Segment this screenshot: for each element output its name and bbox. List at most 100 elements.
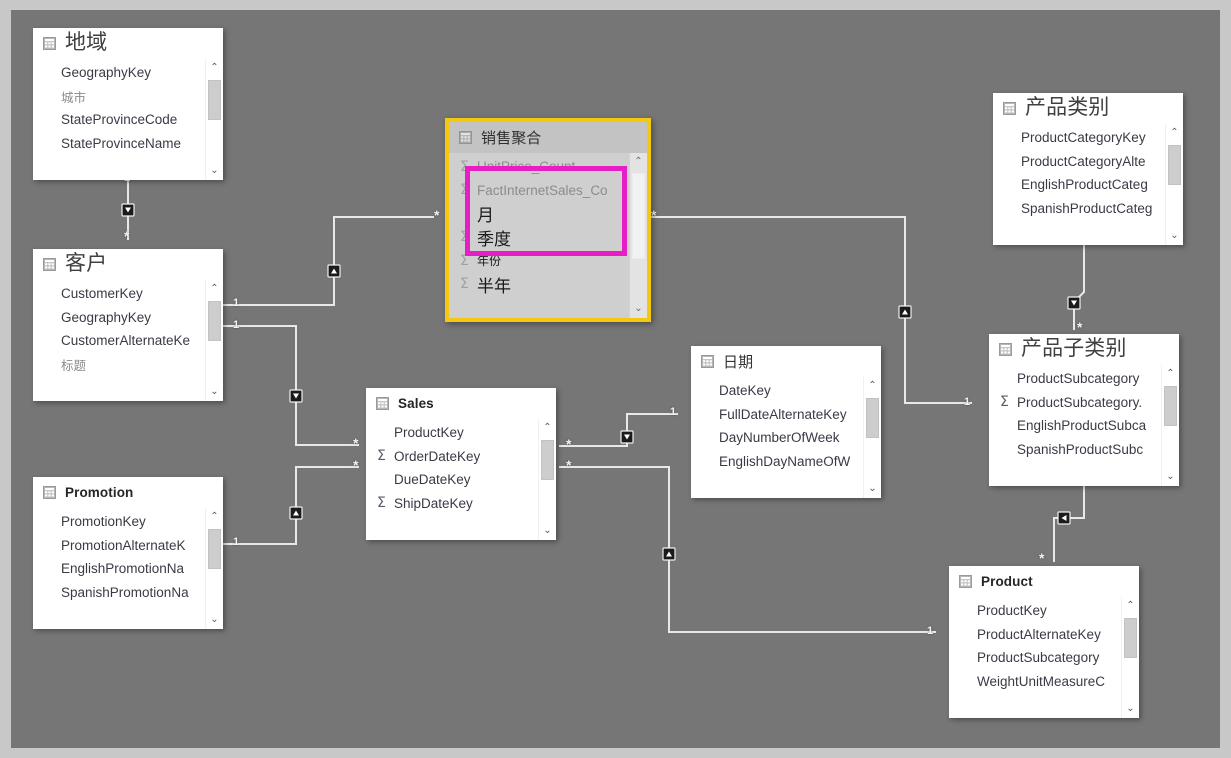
scroll-up-icon[interactable]: ⌃ (206, 510, 223, 524)
field-row[interactable]: PromotionAlternateK (33, 534, 223, 558)
field-scrollbar[interactable]: ⌃ ⌄ (205, 59, 223, 180)
scroll-up-icon[interactable]: ⌃ (539, 421, 556, 435)
field-row[interactable]: DayNumberOfWeek (691, 426, 881, 450)
scrollbar-thumb[interactable] (866, 398, 879, 438)
scroll-down-icon[interactable]: ⌄ (1162, 470, 1179, 484)
field-row[interactable]: 城市 (33, 85, 223, 109)
field-row[interactable]: WeightUnitMeasureC (949, 670, 1139, 694)
scroll-down-icon[interactable]: ⌄ (539, 524, 556, 538)
field-list-product[interactable]: ProductKey ProductAlternateKey ProductSu… (949, 597, 1139, 718)
model-diagram-canvas[interactable]: 1 * 1 * 1 * 1 * * 1 * 1 * 1 1 * 1 * 地域 G… (11, 10, 1220, 748)
table-header-promotion[interactable]: Promotion (33, 477, 223, 508)
field-row[interactable]: ProductSubcategory (949, 646, 1139, 670)
table-header-customer[interactable]: 客户 (33, 249, 223, 280)
table-card-customer[interactable]: 客户 CustomerKey GeographyKey CustomerAlte… (33, 249, 223, 401)
field-row[interactable]: ProductKey (366, 421, 556, 445)
scroll-down-icon[interactable]: ⌄ (206, 613, 223, 627)
table-header-product-subcategory[interactable]: 产品子类别 (989, 334, 1179, 365)
field-row[interactable]: Σ FactInternetSales_Co (449, 179, 647, 203)
field-list-date[interactable]: DateKey FullDateAlternateKey DayNumberOf… (691, 377, 881, 498)
scroll-up-icon[interactable]: ⌃ (206, 282, 223, 296)
field-row[interactable]: StateProvinceName (33, 132, 223, 156)
table-header-sales-aggregation[interactable]: 销售聚合 (449, 122, 647, 153)
field-row[interactable]: DateKey (691, 379, 881, 403)
field-list-geography[interactable]: GeographyKey 城市 StateProvinceCode StateP… (33, 59, 223, 180)
table-card-promotion[interactable]: Promotion PromotionKey PromotionAlternat… (33, 477, 223, 629)
field-row[interactable]: Σ OrderDateKey (366, 445, 556, 469)
scroll-down-icon[interactable]: ⌄ (630, 302, 647, 316)
field-scrollbar[interactable]: ⌃ ⌄ (629, 153, 647, 318)
table-header-product-category[interactable]: 产品类别 (993, 93, 1183, 124)
field-list-product-subcategory[interactable]: ProductSubcategory Σ ProductSubcategory. … (989, 365, 1179, 486)
table-card-sales-aggregation[interactable]: 销售聚合 Σ UnitPrice_Count Σ FactInternetSal… (445, 118, 651, 322)
table-header-product[interactable]: Product (949, 566, 1139, 597)
scroll-up-icon[interactable]: ⌃ (630, 155, 647, 169)
scrollbar-thumb[interactable] (1168, 145, 1181, 185)
field-row[interactable]: Σ ShipDateKey (366, 492, 556, 516)
field-list-product-category[interactable]: ProductCategoryKey ProductCategoryAlte E… (993, 124, 1183, 245)
scroll-up-icon[interactable]: ⌃ (1166, 126, 1183, 140)
field-row[interactable]: GeographyKey (33, 306, 223, 330)
scrollbar-thumb[interactable] (1124, 618, 1137, 658)
table-header-geography[interactable]: 地域 (33, 28, 223, 59)
field-scrollbar[interactable]: ⌃ ⌄ (538, 419, 556, 540)
scrollbar-thumb[interactable] (1164, 386, 1177, 426)
field-row[interactable]: EnglishDayNameOfW (691, 450, 881, 474)
scrollbar-thumb[interactable] (208, 301, 221, 341)
field-row-highlighted[interactable]: Σ 年份 (449, 249, 647, 273)
field-row[interactable]: SpanishProductSubc (989, 438, 1179, 462)
field-scrollbar[interactable]: ⌃ ⌄ (863, 377, 881, 498)
scroll-up-icon[interactable]: ⌃ (864, 379, 881, 393)
field-row[interactable]: EnglishProductSubca (989, 414, 1179, 438)
field-row-highlighted[interactable]: 月 (449, 202, 647, 226)
scrollbar-thumb[interactable] (632, 173, 645, 259)
scroll-up-icon[interactable]: ⌃ (206, 61, 223, 75)
field-scrollbar[interactable]: ⌃ ⌄ (205, 280, 223, 401)
field-list-promotion[interactable]: PromotionKey PromotionAlternateK English… (33, 508, 223, 629)
scrollbar-thumb[interactable] (208, 529, 221, 569)
field-row-highlighted[interactable]: Σ 季度 (449, 226, 647, 250)
field-row[interactable]: StateProvinceCode (33, 108, 223, 132)
field-row-highlighted[interactable]: Σ 半年 (449, 273, 647, 297)
scrollbar-thumb[interactable] (208, 80, 221, 120)
field-scrollbar[interactable]: ⌃ ⌄ (1121, 597, 1139, 718)
field-row[interactable]: EnglishProductCateg (993, 173, 1183, 197)
field-row[interactable]: ProductSubcategory (989, 367, 1179, 391)
table-card-date[interactable]: 日期 DateKey FullDateAlternateKey DayNumbe… (691, 346, 881, 498)
table-card-geography[interactable]: 地域 GeographyKey 城市 StateProvinceCode Sta… (33, 28, 223, 180)
table-card-product[interactable]: Product ProductKey ProductAlternateKey P… (949, 566, 1139, 718)
table-card-product-category[interactable]: 产品类别 ProductCategoryKey ProductCategoryA… (993, 93, 1183, 245)
field-list-customer[interactable]: CustomerKey GeographyKey CustomerAlterna… (33, 280, 223, 401)
scroll-down-icon[interactable]: ⌄ (864, 482, 881, 496)
table-header-date[interactable]: 日期 (691, 346, 881, 377)
field-row[interactable]: SpanishProductCateg (993, 197, 1183, 221)
scroll-down-icon[interactable]: ⌄ (1122, 702, 1139, 716)
field-row[interactable]: CustomerKey (33, 282, 223, 306)
field-row[interactable]: Σ UnitPrice_Count (449, 155, 647, 179)
scrollbar-thumb[interactable] (541, 440, 554, 480)
field-scrollbar[interactable]: ⌃ ⌄ (1161, 365, 1179, 486)
field-row[interactable]: DueDateKey (366, 468, 556, 492)
field-row[interactable]: SpanishPromotionNa (33, 581, 223, 605)
field-row[interactable]: ProductCategoryAlte (993, 150, 1183, 174)
field-list-sales[interactable]: ProductKey Σ OrderDateKey DueDateKey Σ Shi… (366, 419, 556, 540)
table-card-sales[interactable]: Sales ProductKey Σ OrderDateKey DueDateKe… (366, 388, 556, 540)
field-row[interactable]: CustomerAlternateKe (33, 329, 223, 353)
field-row[interactable]: PromotionKey (33, 510, 223, 534)
field-row[interactable]: Σ ProductSubcategory. (989, 391, 1179, 415)
field-row[interactable]: GeographyKey (33, 61, 223, 85)
scroll-down-icon[interactable]: ⌄ (1166, 229, 1183, 243)
field-row[interactable]: ProductCategoryKey (993, 126, 1183, 150)
scroll-down-icon[interactable]: ⌄ (206, 385, 223, 399)
scroll-up-icon[interactable]: ⌃ (1162, 367, 1179, 381)
scroll-up-icon[interactable]: ⌃ (1122, 599, 1139, 613)
table-header-sales[interactable]: Sales (366, 388, 556, 419)
field-scrollbar[interactable]: ⌃ ⌄ (1165, 124, 1183, 245)
field-row[interactable]: EnglishPromotionNa (33, 557, 223, 581)
scroll-down-icon[interactable]: ⌄ (206, 164, 223, 178)
table-card-product-subcategory[interactable]: 产品子类别 ProductSubcategory Σ ProductSubcate… (989, 334, 1179, 486)
field-row[interactable]: ProductKey (949, 599, 1139, 623)
field-row[interactable]: 标题 (33, 353, 223, 377)
field-list-sales-aggregation[interactable]: Σ UnitPrice_Count Σ FactInternetSales_Co… (449, 153, 647, 318)
field-scrollbar[interactable]: ⌃ ⌄ (205, 508, 223, 629)
